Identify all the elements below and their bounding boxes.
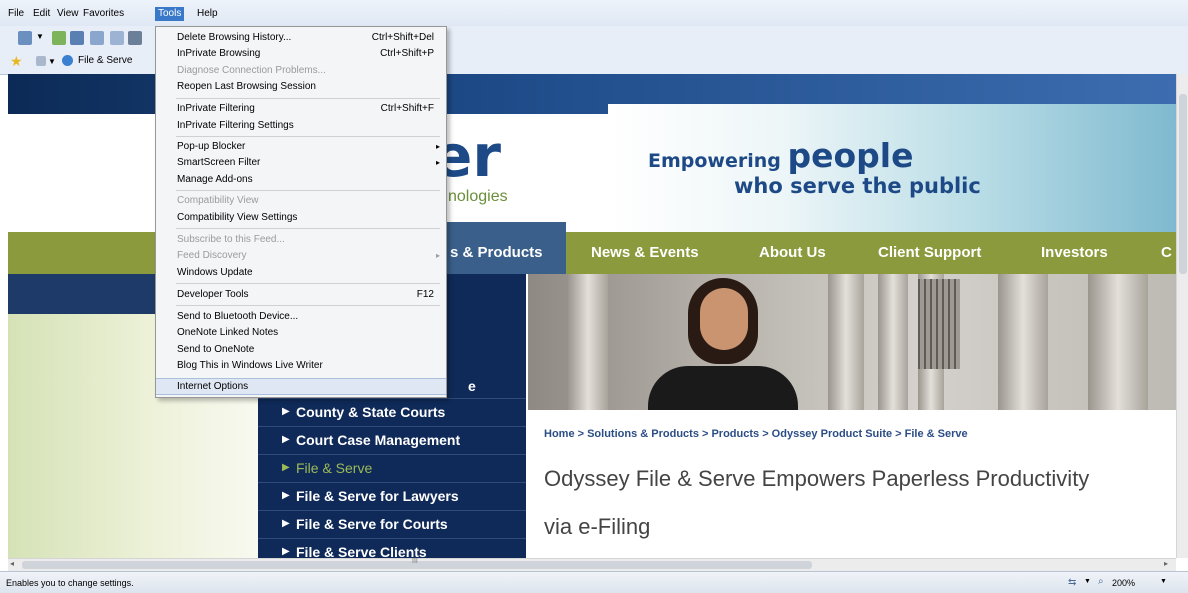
menu-item-diagnose-connection: Diagnose Connection Problems... bbox=[177, 65, 326, 76]
page-title-line2: via e-Filing bbox=[544, 514, 651, 539]
quick-tabs-icon[interactable] bbox=[36, 56, 46, 66]
menu-item-popup-blocker[interactable]: Pop-up Blocker ▸ bbox=[156, 139, 446, 154]
menu-file[interactable]: File bbox=[5, 7, 27, 21]
chevron-down-icon[interactable]: ▼ bbox=[36, 32, 44, 41]
menu-item-internet-options[interactable]: Internet Options bbox=[156, 378, 446, 395]
page-icon[interactable] bbox=[110, 31, 124, 45]
nav-client-support[interactable]: Client Support bbox=[878, 244, 981, 261]
triangle-right-icon: ▶ bbox=[282, 518, 290, 529]
site-favicon-icon bbox=[62, 55, 73, 66]
favorites-star-icon[interactable]: ★ bbox=[10, 53, 23, 70]
menu-item-inprivate-browsing[interactable]: InPrivate Browsing Ctrl+Shift+P bbox=[156, 46, 446, 61]
print-icon[interactable] bbox=[90, 31, 104, 45]
nav-solutions-products[interactable]: s & Products bbox=[450, 244, 543, 261]
tools-menu: Delete Browsing History... Ctrl+Shift+Del… bbox=[155, 26, 447, 398]
triangle-right-icon: ▶ bbox=[282, 490, 290, 501]
subnav-item[interactable]: ▶ File & Serve for Courts bbox=[258, 510, 526, 538]
menu-separator bbox=[176, 283, 440, 284]
menu-item-inprivate-filtering[interactable]: InPrivate Filtering Ctrl+Shift+F bbox=[156, 101, 446, 116]
subnav-item-selected[interactable]: ▶ File & Serve bbox=[258, 454, 526, 482]
chevron-down-icon[interactable]: ▼ bbox=[48, 57, 56, 66]
menu-item-compatibility-view-settings[interactable]: Compatibility View Settings bbox=[156, 210, 446, 225]
menu-item-delete-history[interactable]: Delete Browsing History... Ctrl+Shift+Del bbox=[156, 30, 446, 45]
menu-item-send-bluetooth[interactable]: Send to Bluetooth Device... bbox=[156, 309, 446, 324]
subnav-item[interactable]: ▶ File & Serve for Lawyers bbox=[258, 482, 526, 510]
zoom-level[interactable]: 200% bbox=[1112, 578, 1135, 588]
page-title: Odyssey File & Serve Empowers Paperless … bbox=[544, 466, 1090, 491]
banner-tagline-line1: Empowering people bbox=[648, 136, 914, 175]
menu-tools[interactable]: Tools bbox=[155, 7, 185, 21]
menu-item-manage-addons[interactable]: Manage Add-ons bbox=[156, 172, 446, 187]
nav-investors[interactable]: Investors bbox=[1041, 244, 1108, 261]
triangle-right-icon: ▶ bbox=[282, 406, 290, 417]
scroll-grip: III bbox=[412, 558, 418, 565]
triangle-right-icon: ▶ bbox=[282, 462, 290, 473]
menu-separator bbox=[176, 228, 440, 229]
horizontal-scrollbar[interactable]: ◂ III ▸ bbox=[8, 558, 1176, 572]
nav-partial-item[interactable]: C bbox=[1161, 244, 1172, 261]
menu-item-smartscreen-filter[interactable]: SmartScreen Filter ▸ bbox=[156, 155, 446, 170]
scroll-right-icon[interactable]: ▸ bbox=[1164, 559, 1168, 568]
nav-news-events[interactable]: News & Events bbox=[591, 244, 699, 261]
feeds-icon[interactable] bbox=[52, 31, 66, 45]
scroll-left-icon[interactable]: ◂ bbox=[10, 559, 14, 568]
submenu-arrow-icon: ▸ bbox=[435, 158, 440, 167]
triangle-right-icon: ▶ bbox=[282, 546, 290, 557]
subnav-item[interactable]: ▶ Court Case Management bbox=[258, 426, 526, 454]
chevron-down-icon[interactable]: ▼ bbox=[1160, 578, 1167, 585]
menu-bar: File Edit View Favorites Tools Help bbox=[0, 0, 1188, 27]
site-logo-subtitle: nologies bbox=[448, 188, 508, 205]
home-icon[interactable] bbox=[18, 31, 32, 45]
menu-item-compatibility-view: Compatibility View bbox=[177, 195, 259, 206]
subnav-partial-label[interactable]: e bbox=[468, 378, 476, 394]
menu-favorites[interactable]: Favorites bbox=[80, 7, 127, 21]
safety-icon[interactable] bbox=[128, 31, 142, 45]
triangle-right-icon: ▶ bbox=[282, 434, 290, 445]
header-banner: Empowering people who serve the public bbox=[608, 104, 1176, 234]
active-tab-label[interactable]: File & Serve bbox=[78, 55, 132, 66]
zoom-icon[interactable]: ⌕ bbox=[1098, 576, 1104, 587]
menu-item-send-onenote[interactable]: Send to OneNote bbox=[156, 342, 446, 357]
menu-separator bbox=[176, 98, 440, 99]
subnav-item[interactable]: ▶ County & State Courts bbox=[258, 398, 526, 426]
menu-item-feed-discovery: Feed Discovery ▸ bbox=[177, 250, 440, 261]
status-text: Enables you to change settings. bbox=[6, 578, 134, 588]
menu-separator bbox=[176, 136, 440, 137]
menu-separator bbox=[176, 305, 440, 306]
protected-mode-icon[interactable]: ⇆ bbox=[1068, 577, 1076, 588]
menu-item-windows-update[interactable]: Windows Update bbox=[156, 265, 446, 280]
breadcrumb[interactable]: Home > Solutions & Products > Products >… bbox=[544, 428, 968, 440]
banner-tagline-line2: who serve the public bbox=[734, 174, 981, 198]
menu-help[interactable]: Help bbox=[194, 7, 221, 21]
menu-item-blog-live-writer[interactable]: Blog This in Windows Live Writer bbox=[156, 358, 446, 373]
menu-item-reopen-session[interactable]: Reopen Last Browsing Session bbox=[156, 79, 446, 94]
menu-separator bbox=[176, 190, 440, 191]
menu-edit[interactable]: Edit bbox=[30, 7, 53, 21]
chevron-down-icon[interactable]: ▼ bbox=[1084, 578, 1091, 585]
menu-item-subscribe-feed: Subscribe to this Feed... bbox=[177, 234, 285, 245]
menu-view[interactable]: View bbox=[54, 7, 82, 21]
submenu-arrow-icon: ▸ bbox=[435, 142, 440, 151]
menu-item-developer-tools[interactable]: Developer Tools F12 bbox=[156, 287, 446, 302]
menu-item-onenote-linked-notes[interactable]: OneNote Linked Notes bbox=[156, 325, 446, 340]
vertical-scrollbar[interactable] bbox=[1176, 74, 1188, 558]
status-bar: Enables you to change settings. ⇆ ▼ ⌕ 20… bbox=[0, 571, 1188, 593]
menu-item-inprivate-filtering-settings[interactable]: InPrivate Filtering Settings bbox=[156, 118, 446, 133]
hero-photo bbox=[528, 274, 1176, 410]
nav-about-us[interactable]: About Us bbox=[759, 244, 826, 261]
read-mail-icon[interactable] bbox=[70, 31, 84, 45]
subnav-item[interactable]: ▶ File & Serve Clients bbox=[258, 538, 526, 558]
submenu-arrow-icon: ▸ bbox=[435, 251, 440, 260]
